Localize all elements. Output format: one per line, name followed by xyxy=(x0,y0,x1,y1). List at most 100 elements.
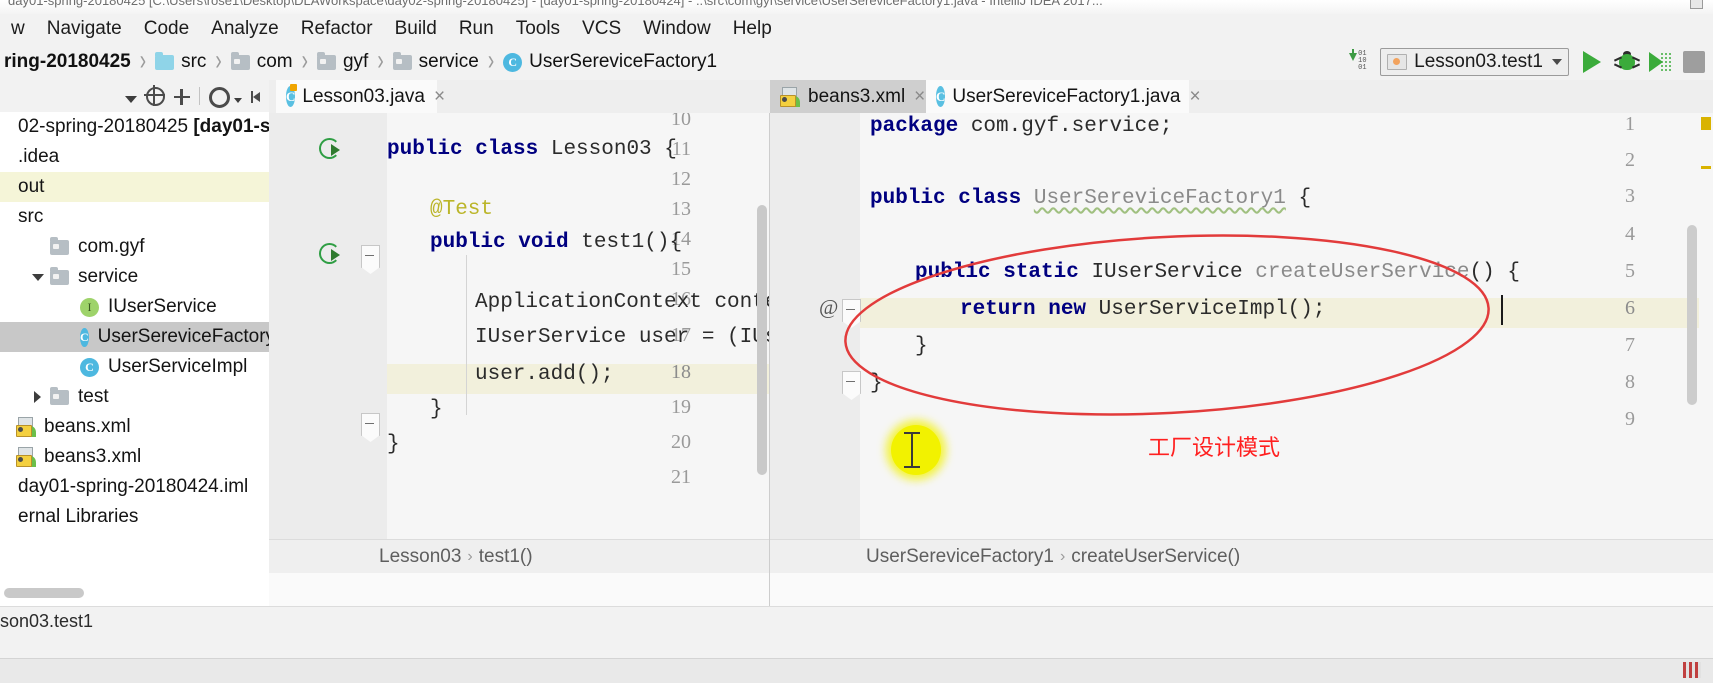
run-button[interactable] xyxy=(1583,51,1601,73)
chevron-right-icon[interactable] xyxy=(30,389,46,405)
warning-marker[interactable] xyxy=(1701,117,1711,130)
run-method-gutter-icon[interactable] xyxy=(319,243,345,269)
tree-node-com-gyf[interactable]: com.gyf xyxy=(0,232,269,262)
tree-node-userserevicefactory1[interactable]: C UserSereviceFactory1 xyxy=(0,322,269,352)
tree-node-test[interactable]: test xyxy=(0,382,269,412)
code-fold-toggle[interactable] xyxy=(361,413,380,442)
tree-node-label: beans.xml xyxy=(44,416,131,437)
folder-icon xyxy=(230,51,250,70)
annotation-gutter-marker[interactable]: @ xyxy=(819,295,838,320)
code-fold-toggle[interactable] xyxy=(842,299,861,328)
tree-node-label: day01-spring-20180424.iml xyxy=(18,476,249,497)
line-number: 18 xyxy=(671,361,691,383)
breadcrumb-item-userserevicefactory1[interactable]: C UserSereviceFactory1 xyxy=(503,44,717,80)
stop-button[interactable] xyxy=(1683,51,1705,73)
breadcrumb-class[interactable]: UserSereviceFactory1 xyxy=(866,546,1054,568)
class-icon: C xyxy=(80,357,99,377)
breadcrumb-item-ring-20180425[interactable]: ring-20180425 › xyxy=(4,44,155,80)
menu-item-tools[interactable]: Tools xyxy=(505,14,571,44)
tree-node-iuserservice[interactable]: I IUserService xyxy=(0,292,269,322)
run-configuration-selector[interactable]: Lesson03.test1 xyxy=(1380,48,1569,76)
project-tree-hscrollbar[interactable] xyxy=(4,588,84,598)
tab-lesson03-java[interactable]: C Lesson03.java × xyxy=(276,80,445,113)
tab-userserevicefactory1-java[interactable]: C UserSereviceFactory1.java × xyxy=(926,80,1201,113)
close-icon[interactable]: × xyxy=(1189,86,1200,108)
warning-stripe[interactable] xyxy=(1701,166,1711,169)
editor-pane-left[interactable]: 10 11 12 13 14 15 16 17 18 19 20 21 publ… xyxy=(269,113,769,573)
line-number: 20 xyxy=(671,431,691,453)
breadcrumb-item-gyf[interactable]: gyf › xyxy=(316,44,393,80)
tree-node-src[interactable]: src xyxy=(0,202,269,232)
breadcrumb-method[interactable]: test1() xyxy=(479,546,533,568)
tree-node-beans3-xml[interactable]: beans3.xml xyxy=(0,442,269,472)
update-project-icon[interactable]: 01 10 01 xyxy=(1348,49,1370,73)
tree-node-day01-spring-20180424-iml[interactable]: day01-spring-20180424.iml xyxy=(0,472,269,502)
run-with-coverage-button[interactable] xyxy=(1649,51,1673,73)
breadcrumb-item-src[interactable]: src › xyxy=(155,44,231,80)
window-maximize-button[interactable] xyxy=(1690,0,1703,9)
tree-node-ernal-libraries[interactable]: ernal Libraries xyxy=(0,502,269,532)
menu-item-vcs[interactable]: VCS xyxy=(571,14,632,44)
menu-list: w Navigate Code Analyze Refactor Build Run Tool… xyxy=(0,14,783,44)
close-icon[interactable]: × xyxy=(434,86,445,108)
indent-guide xyxy=(466,255,467,415)
debug-button[interactable] xyxy=(1613,51,1641,73)
event-log-icon[interactable] xyxy=(1683,662,1701,678)
code-fold-toggle[interactable] xyxy=(361,245,380,274)
menu-item-window[interactable]: Window xyxy=(632,14,722,44)
menu-item-build[interactable]: Build xyxy=(384,14,448,44)
breadcrumb-separator: › xyxy=(487,45,495,78)
editor-pane-right[interactable]: 1 2 3 4 5 6 7 8 9 @ package com.gyf.serv… xyxy=(770,113,1713,573)
menu-item-run[interactable]: Run xyxy=(448,14,505,44)
breadcrumb-item-com[interactable]: com › xyxy=(230,44,317,80)
collapse-all-icon[interactable] xyxy=(174,89,190,105)
hide-panel-icon[interactable] xyxy=(251,89,267,105)
breadcrumb-method[interactable]: createUserService() xyxy=(1071,546,1240,568)
menu-item-refactor[interactable]: Refactor xyxy=(290,14,384,44)
tab-label: Lesson03.java xyxy=(302,85,425,107)
tree-node-service[interactable]: service xyxy=(0,262,269,292)
tree-node-label: IUserService xyxy=(108,296,217,317)
code-fold-toggle[interactable] xyxy=(842,371,861,400)
run-toolbar: 01 10 01 Lesson03.test1 xyxy=(1348,44,1705,80)
line-number: 7 xyxy=(1625,334,1635,356)
tree-node-idea[interactable]: .idea xyxy=(0,142,269,172)
tree-node-userserviceimpl[interactable]: C UserServiceImpl xyxy=(0,352,269,382)
chevron-down-icon[interactable] xyxy=(30,269,46,285)
menu-bar: w Navigate Code Analyze Refactor Build Run Tool… xyxy=(0,14,1713,45)
folder-icon xyxy=(316,51,336,70)
chevron-down-icon[interactable] xyxy=(234,98,242,103)
chevron-down-icon[interactable] xyxy=(125,95,137,103)
project-tree[interactable]: 02-spring-20180425 [day01-spri .idea out sr… xyxy=(0,112,269,606)
menu-item-analyze[interactable]: Analyze xyxy=(200,14,290,44)
menu-item-w[interactable]: w xyxy=(0,14,36,44)
gutter-right xyxy=(770,113,860,573)
ide-window: day01-spring-20180425 [C:\Users\rose1\De… xyxy=(0,0,1713,683)
menu-item-code[interactable]: Code xyxy=(133,14,200,44)
tree-node-beans-xml[interactable]: beans.xml xyxy=(0,412,269,442)
gear-icon[interactable] xyxy=(209,86,230,108)
editor-vscrollbar-right[interactable] xyxy=(1687,225,1697,405)
folder-icon xyxy=(50,386,69,405)
breadcrumb-class[interactable]: Lesson03 xyxy=(379,546,461,568)
tree-node-02-spring-20180425-day01-spri[interactable]: 02-spring-20180425 [day01-spri xyxy=(0,112,269,142)
tab-beans3-xml[interactable]: beans3.xml × xyxy=(770,80,926,113)
close-icon[interactable]: × xyxy=(914,86,925,108)
marker-bar-right xyxy=(1699,113,1713,573)
line-number: 5 xyxy=(1625,260,1635,282)
editor-vscrollbar-left[interactable] xyxy=(757,205,767,475)
window-title: day01-spring-20180425 [C:\Users\rose1\De… xyxy=(8,0,1103,8)
breadcrumb-item-service[interactable]: service › xyxy=(392,44,504,80)
tree-node-label: UserSereviceFactory1 xyxy=(97,326,269,347)
scroll-from-source-icon[interactable] xyxy=(144,84,165,106)
run-class-gutter-icon[interactable] xyxy=(319,138,345,164)
tree-node-out[interactable]: out xyxy=(0,172,269,202)
breadcrumb-label: com xyxy=(256,51,293,72)
menu-item-help[interactable]: Help xyxy=(722,14,783,44)
menu-item-navigate[interactable]: Navigate xyxy=(36,14,133,44)
